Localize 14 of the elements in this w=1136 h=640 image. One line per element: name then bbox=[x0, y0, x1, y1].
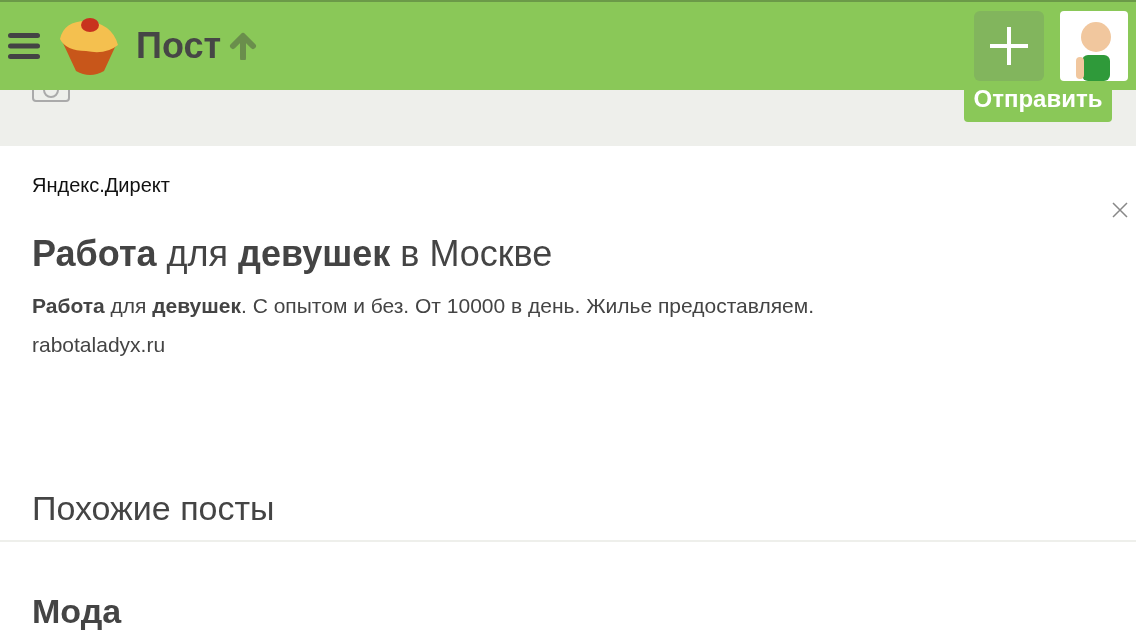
ad-link[interactable]: rabotaladyx.ru bbox=[32, 329, 1112, 361]
ad-source-label: Яндекс.Директ bbox=[32, 173, 171, 198]
camera-icon[interactable] bbox=[32, 90, 70, 102]
arrow-up-icon[interactable] bbox=[229, 32, 258, 60]
page-title: Пост bbox=[136, 28, 222, 64]
avatar[interactable] bbox=[1060, 11, 1128, 81]
menu-icon[interactable] bbox=[8, 33, 40, 59]
close-icon[interactable] bbox=[1112, 202, 1128, 218]
section-heading: Похожие посты bbox=[32, 487, 276, 529]
ad-text: Работа для девушек. С опытом и без. От 10000 в день. Жилье предоставляем. bbox=[32, 292, 815, 319]
plus-icon bbox=[989, 26, 1029, 66]
post-title[interactable]: Мода bbox=[32, 585, 1112, 637]
ad-title[interactable]: Работа для девушек в Москве bbox=[32, 234, 1112, 274]
add-button[interactable] bbox=[974, 11, 1044, 81]
